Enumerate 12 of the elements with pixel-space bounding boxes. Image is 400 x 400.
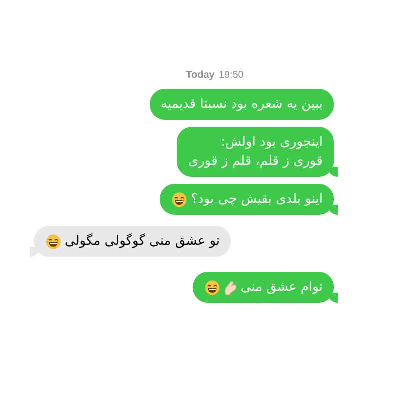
message-text: قوری ز قلم، قلم ز قوری bbox=[188, 153, 323, 171]
laughing-emoji-icon bbox=[45, 234, 62, 250]
laughing-emoji-icon bbox=[171, 192, 188, 208]
message-text: توام عشق منی bbox=[240, 279, 323, 297]
message-text: ببین یه شعره بود نسبتا قدیمیه bbox=[161, 96, 323, 114]
message-text: تو عشق منی گوگولی مگولی bbox=[65, 232, 220, 251]
message-text: اینو بلدی بقیش چی بود؟ bbox=[191, 191, 323, 209]
message-text: اینجوری بود اولش: bbox=[220, 134, 323, 152]
laughing-emoji-icon bbox=[204, 280, 221, 296]
pinching-hand-icon bbox=[222, 280, 238, 296]
timestamp-time: 19:50 bbox=[218, 70, 244, 81]
timestamp-day: Today bbox=[186, 70, 215, 81]
